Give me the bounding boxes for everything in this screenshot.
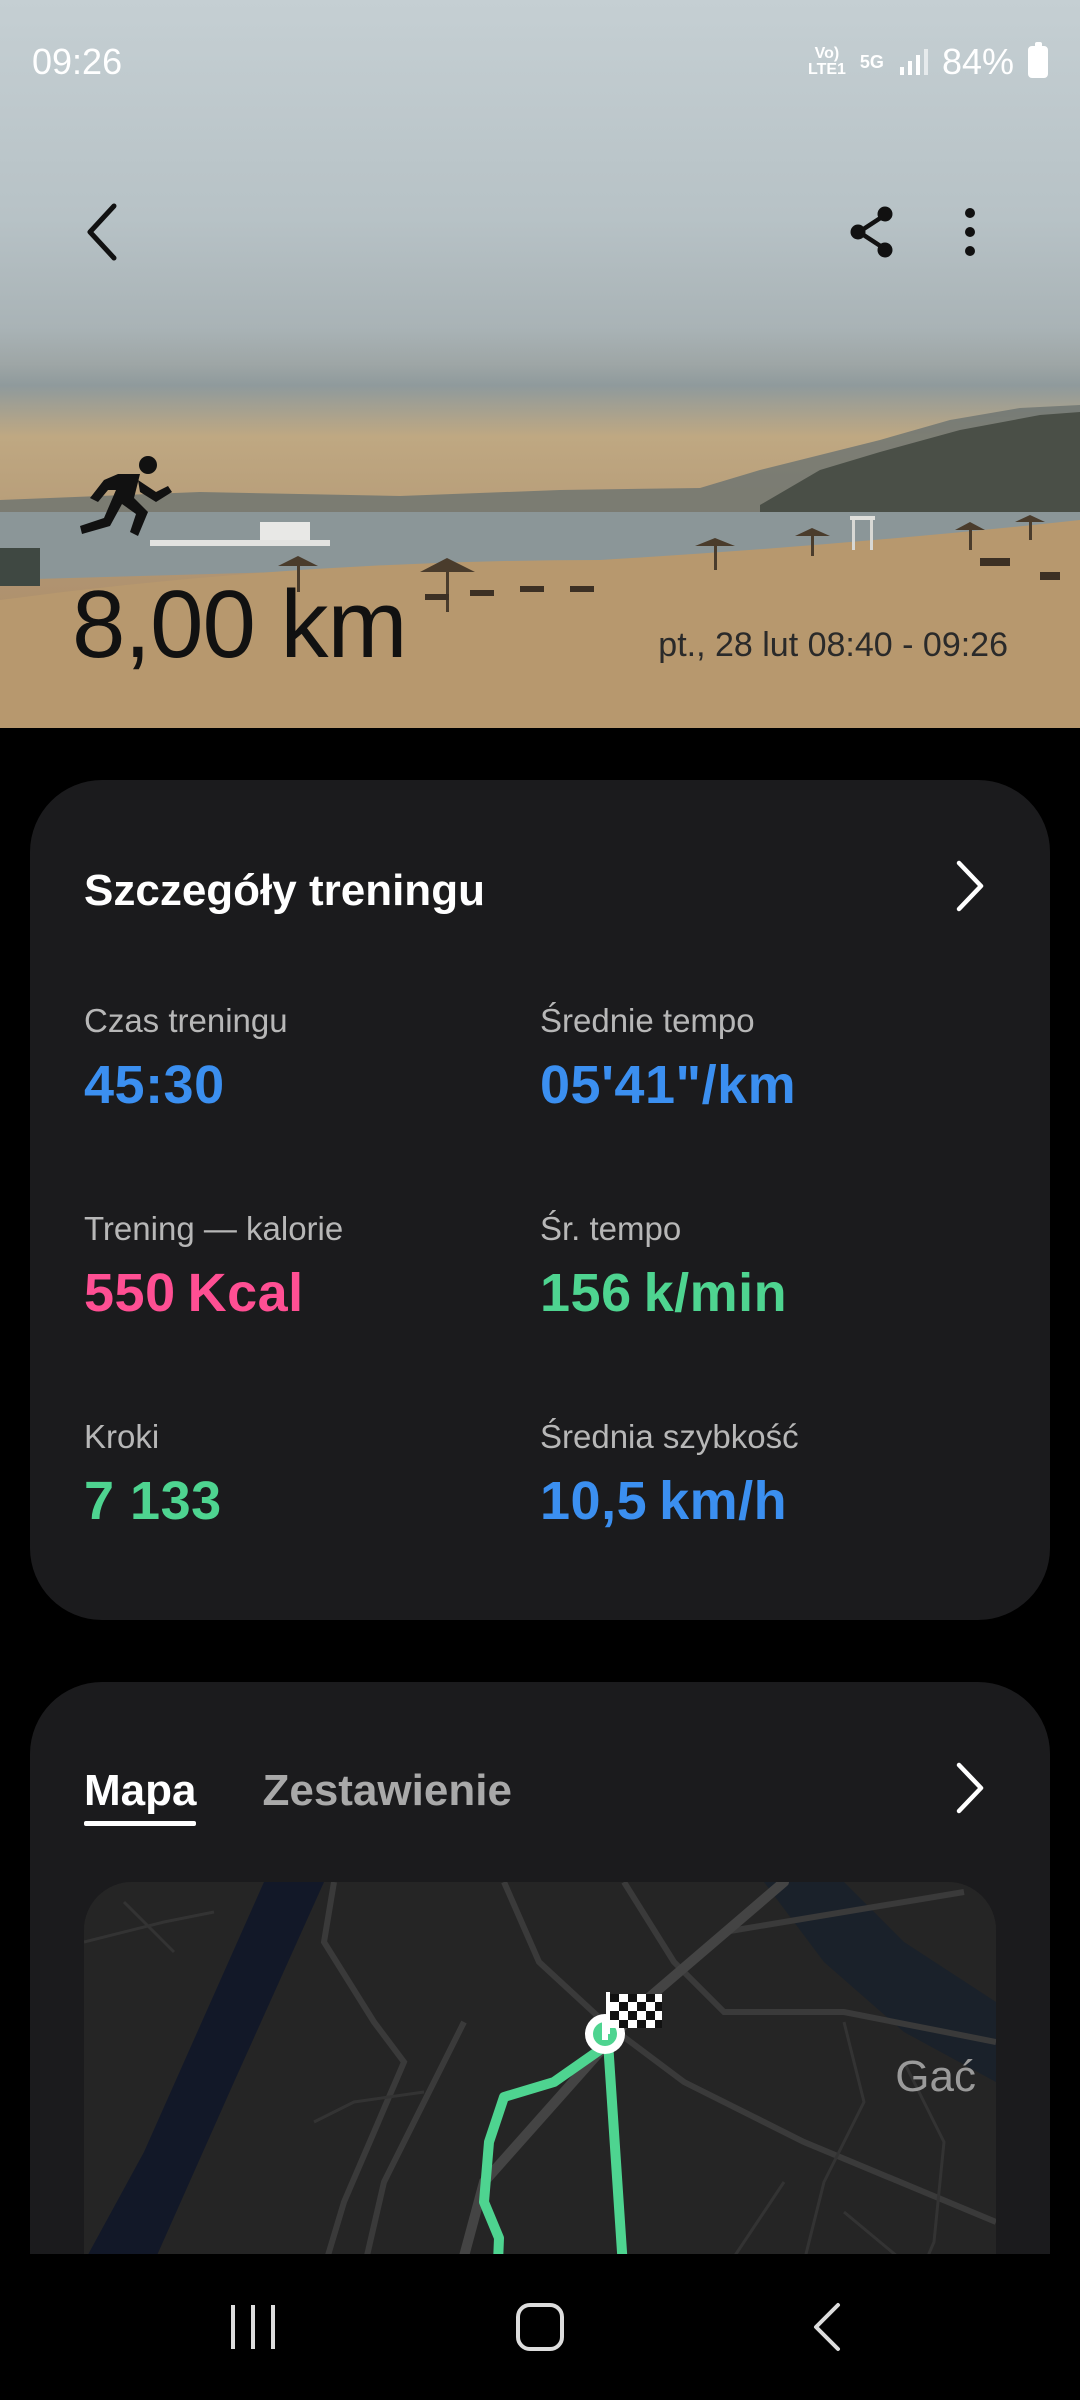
signal-icon [899, 49, 928, 75]
home-icon [515, 2303, 564, 2351]
metric-steps: Kroki 7 133 [84, 1418, 222, 1531]
metric-workout-time: Czas treningu 45:30 [84, 1002, 288, 1115]
metric-calories: Trening — kalorie 550 Kcal [84, 1210, 344, 1323]
chevron-right-icon [956, 1762, 984, 1814]
more-options-button[interactable] [934, 196, 1006, 268]
map-place-label: Gać [895, 2052, 976, 2101]
recent-apps-button[interactable] [193, 2277, 313, 2377]
share-icon [850, 206, 893, 258]
volte-badge: Vo) LTE1 [807, 45, 846, 78]
map-open-button[interactable] [934, 1752, 1006, 1824]
battery-percent: 84% [941, 41, 1014, 82]
details-open-button[interactable] [934, 850, 1006, 922]
back-button[interactable] [68, 196, 140, 268]
metric-average-pace: Średnie tempo 05'41"/km [540, 1002, 797, 1115]
tab-map[interactable]: Mapa [84, 1766, 197, 1826]
system-navigation-bar [0, 2254, 1080, 2400]
back-icon [813, 2303, 840, 2351]
hero-image: 09:26 Vo) LTE1 5G 84% 8,00 km pt., 28 lu… [0, 0, 1080, 728]
metric-average-speed: Średnia szybkość 10,5 km/h [540, 1418, 799, 1531]
details-title: Szczegóły treningu [84, 866, 485, 915]
network-type-badge: 5G [859, 52, 884, 72]
map-tabs: Mapa Zestawienie [84, 1766, 512, 1826]
status-bar: 09:26 Vo) LTE1 5G 84% [32, 38, 1048, 86]
status-time: 09:26 [32, 41, 123, 82]
metric-cadence: Śr. tempo 156 k/min [540, 1210, 788, 1323]
tab-summary[interactable]: Zestawienie [262, 1766, 511, 1826]
share-button[interactable] [836, 196, 908, 268]
battery-icon [1028, 42, 1048, 78]
workout-details-card: Szczegóły treningu Czas treningu 45:30 Ś… [30, 780, 1050, 1620]
recent-apps-icon [231, 2305, 276, 2349]
more-vertical-icon [965, 208, 975, 256]
home-button[interactable] [480, 2277, 600, 2377]
chevron-right-icon [956, 860, 984, 912]
distance-value: 8,00 km [72, 571, 407, 678]
running-person-icon [80, 456, 172, 536]
finish-flag-icon [606, 1992, 662, 2034]
system-back-button[interactable] [767, 2277, 887, 2377]
workout-date-range: pt., 28 lut 08:40 - 09:26 [658, 626, 1008, 664]
chevron-left-icon [87, 203, 117, 261]
